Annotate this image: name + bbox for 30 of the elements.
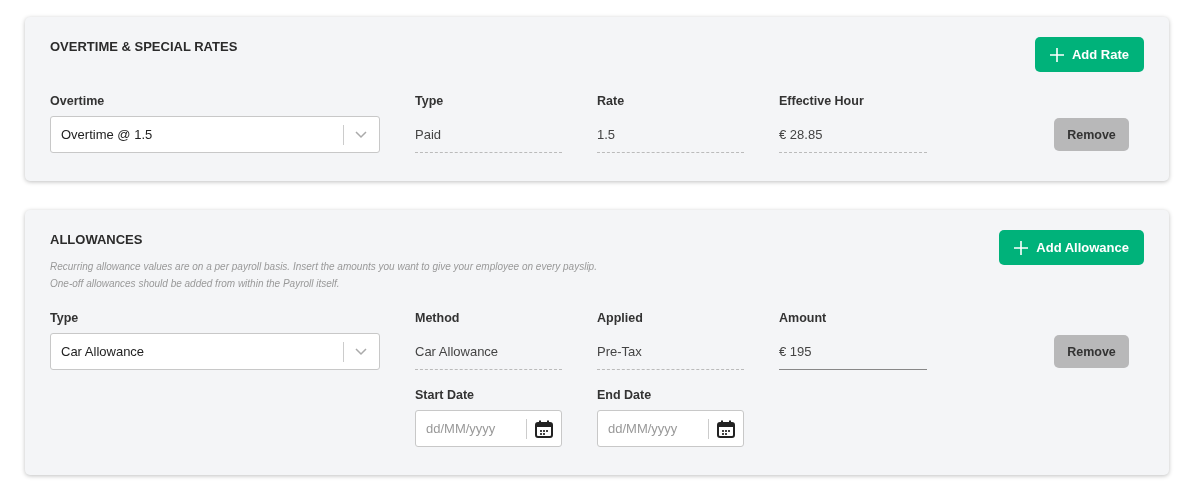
field-label: Type [415,94,445,108]
remove-button[interactable]: Remove [1054,118,1129,151]
section-title: ALLOWANCES [50,232,143,247]
field-label: Method [415,311,461,325]
field-label: Start Date [415,388,476,402]
field-label: Overtime [50,94,106,108]
field-label: Type [50,311,80,325]
field-label: Applied [597,311,644,325]
section-title: OVERTIME & SPECIAL RATES [50,39,238,54]
description-text: Recurring allowance values are on a per payroll basis. Insert the amounts you want to give your employee on every payslip. [50,261,598,272]
dropdown-field[interactable]: Overtime @ 1.5 [50,116,380,153]
value-text: 1.5 [597,116,744,153]
amount-field[interactable]: € 195 [779,333,927,370]
plus-icon [1049,47,1064,62]
value-text: Pre-Tax [597,333,744,370]
value-text: Paid [415,116,562,153]
field-label: Rate [597,94,626,108]
calendar-icon[interactable] [534,418,554,439]
field-label: Effective Hour [779,94,865,108]
field-label: End Date [597,388,653,402]
dropdown-field[interactable]: Car Allowance [50,333,380,370]
chevron-down-icon [355,347,367,356]
chevron-down-icon [355,130,367,139]
value-text: € 28.85 [779,116,927,153]
value-text: Car Allowance [415,333,562,370]
description-text: One-off allowances should be added from within the Payroll itself. [50,278,341,289]
remove-button[interactable]: Remove [1054,335,1129,368]
plus-icon [1014,240,1029,255]
calendar-icon[interactable] [716,418,736,439]
field-label: Amount [779,311,828,325]
